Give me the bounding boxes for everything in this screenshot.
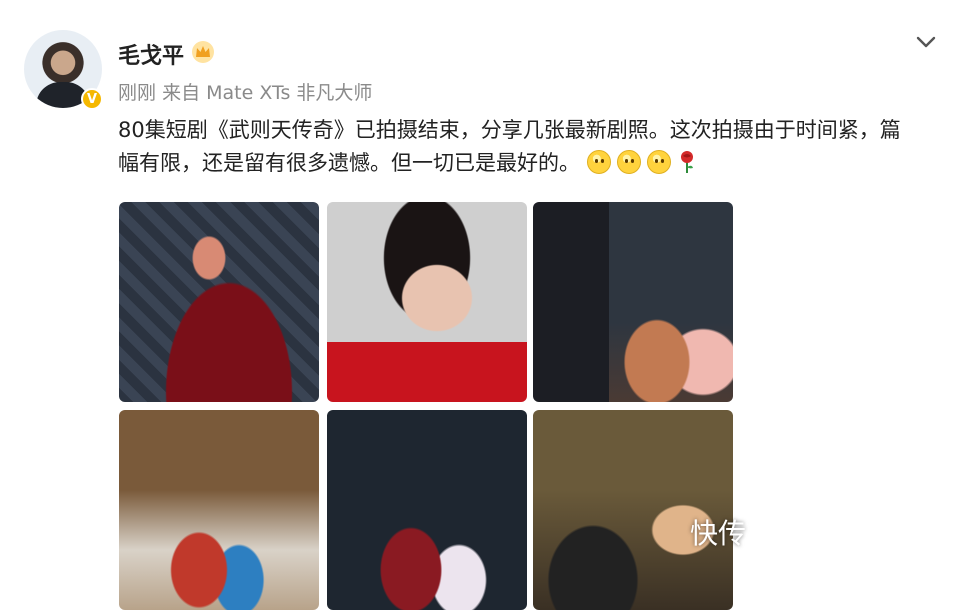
post-time: 刚刚	[118, 82, 157, 104]
photo-3[interactable]	[533, 202, 733, 402]
post-meta: 刚刚 来自 Mate XTs 非凡大师	[118, 78, 372, 105]
post-text: 80集短剧《武则天传奇》已拍摄结束，分享几张最新剧照。这次拍摄由于时间紧，篇幅有…	[118, 118, 901, 175]
smile-emoji-icon	[586, 150, 611, 174]
post-text-block: 80集短剧《武则天传奇》已拍摄结束，分享几张最新剧照。这次拍摄由于时间紧，篇幅有…	[118, 114, 918, 184]
smile-emoji-icon	[646, 150, 671, 174]
photo-4[interactable]	[119, 410, 319, 610]
crown-icon	[192, 41, 214, 63]
watermark: 快传	[690, 517, 747, 550]
post-source: 来自 Mate XTs 非凡大师	[162, 82, 373, 104]
rose-emoji-icon	[677, 150, 697, 184]
photo-2[interactable]	[327, 202, 527, 402]
photo-5[interactable]	[327, 410, 527, 610]
user-name[interactable]: 毛戈平	[118, 38, 184, 70]
smile-emoji-icon	[616, 150, 641, 174]
photo-6[interactable]	[533, 410, 733, 610]
chevron-down-icon[interactable]	[914, 32, 938, 52]
photo-1[interactable]	[119, 202, 319, 402]
verified-badge: V	[81, 88, 103, 110]
